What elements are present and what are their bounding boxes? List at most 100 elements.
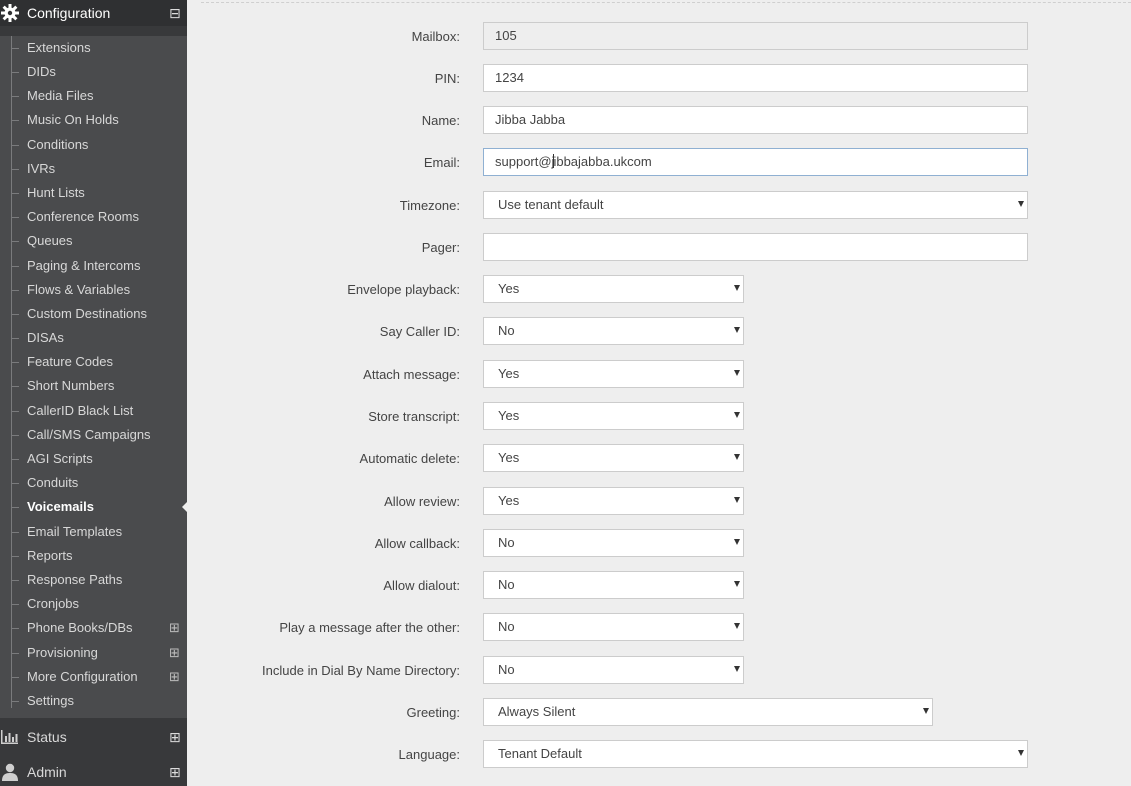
sidebar-item-disas[interactable]: DISAs [0,326,187,350]
sidebar-item-label: CallerID Black List [27,403,134,418]
timezone-row: Timezone: Use tenant default [187,191,1131,221]
store-transcript-select[interactable]: Yes [483,402,744,430]
email-row: Email: support@jibbajabba.ukcom [187,148,1131,178]
dropdown-arrow-icon [734,666,740,672]
greeting-value: Always Silent [498,704,576,719]
expand-icon[interactable]: ⊞ [169,621,180,634]
allow-review-select[interactable]: Yes [483,487,744,515]
sidebar-item-queues[interactable]: Queues [0,229,187,253]
sidebar-item-agi-scripts[interactable]: AGI Scripts [0,447,187,471]
sidebar-item-call-sms-campaigns[interactable]: Call/SMS Campaigns [0,423,187,447]
dial-by-name-row: Include in Dial By Name Directory: No [187,656,1131,686]
sidebar-item-cronjobs[interactable]: Cronjobs [0,592,187,616]
store-transcript-value: Yes [498,408,520,423]
play-after-other-label: Play a message after the other: [279,620,460,635]
dropdown-arrow-icon [923,708,929,714]
sidebar-item-label: Extensions [27,40,91,55]
say-caller-id-label: Say Caller ID: [379,324,460,339]
expand-icon[interactable]: ⊞ [169,765,181,779]
email-value-before-cursor: support@j [495,154,555,169]
pin-input[interactable]: 1234 [483,64,1028,92]
sidebar-item-label: Settings [27,693,74,708]
dropdown-arrow-icon [734,581,740,587]
allow-review-value: Yes [498,493,520,508]
sidebar-item-flows-variables[interactable]: Flows & Variables [0,278,187,302]
language-select[interactable]: Tenant Default [483,740,1028,768]
allow-callback-label: Allow callback: [374,536,460,551]
store-transcript-label: Store transcript: [368,409,460,424]
sidebar-item-label: Email Templates [27,524,123,539]
envelope-playback-select[interactable]: Yes [483,275,744,303]
language-row: Language: Tenant Default [187,740,1131,770]
allow-callback-select[interactable]: No [483,529,744,557]
timezone-label: Timezone: [399,198,460,213]
automatic-delete-label: Automatic delete: [359,451,460,466]
sidebar-item-dids[interactable]: DIDs [0,60,187,84]
expand-icon[interactable]: ⊞ [169,730,181,744]
sidebar-item-callerid-black-list[interactable]: CallerID Black List [0,399,187,423]
pager-input[interactable] [483,233,1028,261]
sidebar-item-label: Custom Destinations [27,306,147,321]
tree-branch [11,120,19,121]
dial-by-name-select[interactable]: No [483,656,744,684]
sidebar-item-reports[interactable]: Reports [0,544,187,568]
sidebar-item-ivrs[interactable]: IVRs [0,157,187,181]
sidebar-item-short-numbers[interactable]: Short Numbers [0,374,187,398]
sidebar-item-label: Conditions [27,137,89,152]
sidebar-item-media-files[interactable]: Media Files [0,84,187,108]
greeting-select[interactable]: Always Silent [483,698,933,726]
timezone-select[interactable]: Use tenant default [483,191,1028,219]
sidebar-item-conditions[interactable]: Conditions [0,133,187,157]
allow-dialout-value: No [498,577,515,592]
bar-chart-icon [1,730,18,744]
sidebar-item-conduits[interactable]: Conduits [0,471,187,495]
name-input[interactable]: Jibba Jabba [483,106,1028,134]
automatic-delete-select[interactable]: Yes [483,444,744,472]
sidebar-section-status[interactable]: Status ⊞ [0,724,187,750]
language-value: Tenant Default [498,746,582,761]
sidebar-item-more-configuration[interactable]: More Configuration ⊞ [0,665,187,689]
tree-branch [11,532,19,533]
say-caller-id-value: No [498,323,515,338]
tree-branch [11,604,19,605]
sidebar-item-extensions[interactable]: Extensions [0,36,187,60]
sidebar-section-label: Configuration [27,5,111,21]
email-input[interactable]: support@jibbajabba.ukcom [483,148,1028,176]
tree-branch [11,459,19,460]
sidebar-item-phone-books[interactable]: Phone Books/DBs ⊞ [0,616,187,640]
play-after-other-select[interactable]: No [483,613,744,641]
tree-branch [11,483,19,484]
sidebar-item-conference-rooms[interactable]: Conference Rooms [0,205,187,229]
sidebar-item-hunt-lists[interactable]: Hunt Lists [0,181,187,205]
tree-branch [11,169,19,170]
allow-review-row: Allow review: Yes [187,487,1131,517]
pager-row: Pager: [187,233,1131,263]
expand-icon[interactable]: ⊞ [169,670,180,683]
sidebar-item-label: Conference Rooms [27,209,139,224]
say-caller-id-select[interactable]: No [483,317,744,345]
envelope-playback-value: Yes [498,281,520,296]
pager-label: Pager: [421,240,460,255]
sidebar-section-admin[interactable]: Admin ⊞ [0,759,187,785]
allow-dialout-label: Allow dialout: [383,578,460,593]
sidebar-item-label: Short Numbers [27,378,115,393]
sidebar-item-custom-destinations[interactable]: Custom Destinations [0,302,187,326]
sidebar-item-label: Flows & Variables [27,282,131,297]
allow-dialout-select[interactable]: No [483,571,744,599]
sidebar-item-paging-intercoms[interactable]: Paging & Intercoms [0,254,187,278]
sidebar-item-response-paths[interactable]: Response Paths [0,568,187,592]
sidebar-item-label: DISAs [27,330,64,345]
sidebar-item-email-templates[interactable]: Email Templates [0,520,187,544]
sidebar-item-voicemails[interactable]: Voicemails [0,495,188,519]
allow-review-label: Allow review: [384,494,460,509]
sidebar-item-settings[interactable]: Settings [0,689,187,713]
sidebar-item-feature-codes[interactable]: Feature Codes [0,350,187,374]
sidebar-item-music-on-holds[interactable]: Music On Holds [0,108,187,132]
sidebar-section-configuration[interactable]: Configuration ⊟ [0,0,187,26]
envelope-playback-row: Envelope playback: Yes [187,275,1131,305]
expand-icon[interactable]: ⊞ [169,646,180,659]
collapse-icon[interactable]: ⊟ [169,6,181,20]
name-label: Name: [421,113,460,128]
sidebar-item-provisioning[interactable]: Provisioning ⊞ [0,641,187,665]
attach-message-select[interactable]: Yes [483,360,744,388]
